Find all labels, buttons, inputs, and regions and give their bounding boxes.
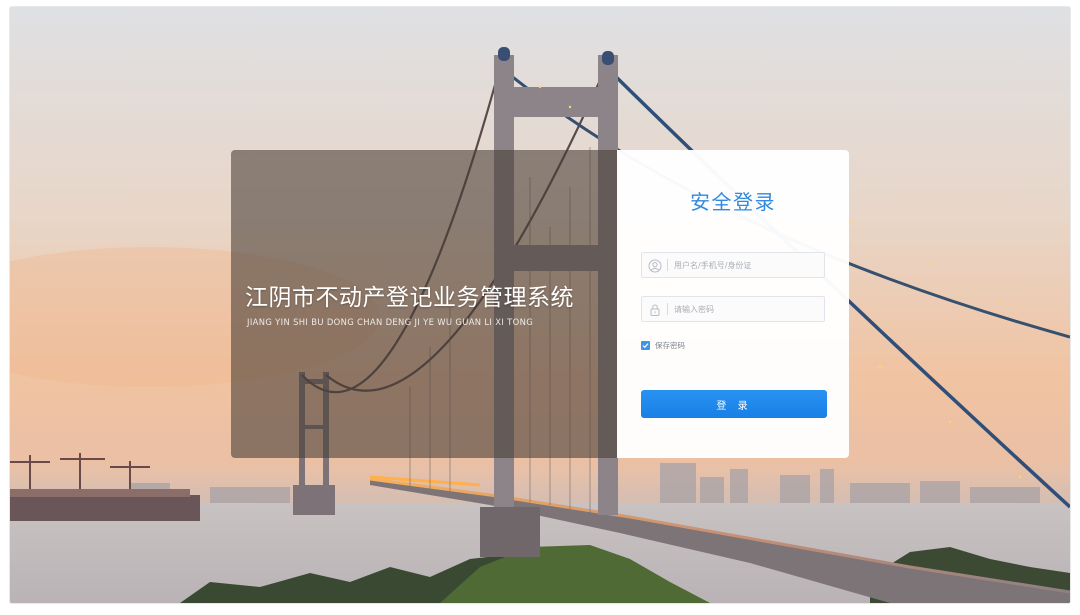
user-icon (648, 258, 662, 273)
password-input[interactable] (674, 300, 820, 318)
remember-password-label: 保存密码 (655, 340, 685, 350)
login-button[interactable]: 登 录 (641, 390, 827, 418)
system-title: 江阴市不动产登记业务管理系统 (245, 285, 574, 311)
username-input[interactable] (674, 256, 820, 274)
username-field[interactable] (641, 252, 825, 278)
login-title: 安全登录 (690, 190, 776, 214)
lock-icon (648, 302, 662, 316)
remember-password-checkbox[interactable] (641, 340, 650, 350)
checkmark-icon (642, 342, 649, 348)
system-subtitle-pinyin: JIANG YIN SHI BU DONG CHAN DENG JI YE WU… (247, 317, 534, 327)
system-banner-panel: 江阴市不动产登记业务管理系统 JIANG YIN SHI BU DONG CHA… (231, 150, 617, 458)
field-separator (667, 259, 668, 271)
login-card: 安全登录 用户名/手机号/身份证 保存密码 登 录 (617, 150, 849, 458)
remember-password-option[interactable]: 保存密码 (641, 338, 685, 352)
login-page: 江阴市不动产登记业务管理系统 JIANG YIN SHI BU DONG CHA… (10, 7, 1070, 603)
password-field[interactable] (641, 296, 825, 322)
field-separator (667, 303, 668, 315)
